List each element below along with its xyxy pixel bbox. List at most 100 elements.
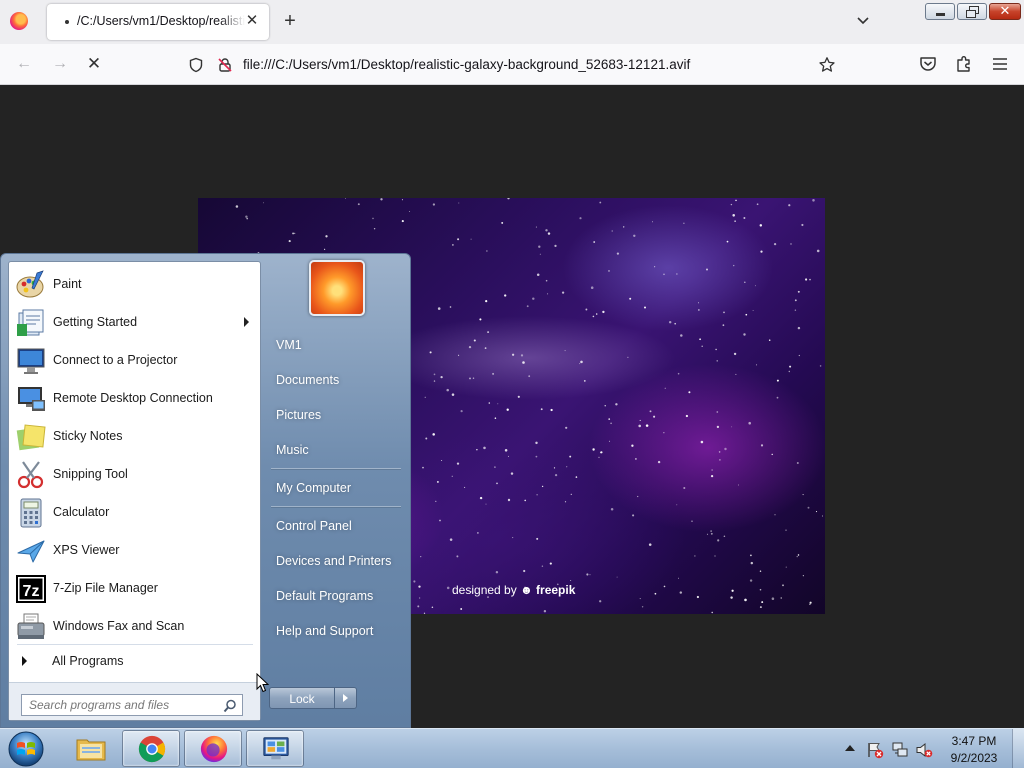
- star: [685, 414, 689, 418]
- lock-button[interactable]: Lock: [269, 687, 335, 709]
- clock-time[interactable]: 3:47 PM: [946, 734, 1002, 748]
- star: [589, 574, 591, 576]
- star: [663, 585, 666, 588]
- star: [756, 203, 759, 206]
- star: [771, 597, 775, 600]
- star: [468, 345, 472, 349]
- start-item-default-programs[interactable]: Default Programs: [268, 581, 404, 611]
- start-item-my-computer[interactable]: My Computer: [268, 473, 404, 503]
- taskbar-control-panel-button[interactable]: [246, 730, 304, 767]
- program-sticky-notes[interactable]: Sticky Notes: [11, 418, 259, 456]
- star: [586, 573, 589, 576]
- star: [815, 511, 818, 513]
- firefox-icon[interactable]: [10, 12, 28, 30]
- hamburger-menu-icon[interactable]: [990, 54, 1010, 74]
- star: [524, 499, 527, 502]
- start-item-documents[interactable]: Documents: [268, 365, 404, 395]
- star: [401, 220, 404, 223]
- star: [263, 202, 264, 204]
- program-snipping-tool[interactable]: Snipping Tool: [11, 456, 259, 494]
- start-item-help-support[interactable]: Help and Support: [268, 616, 404, 646]
- shutdown-options-arrow-icon[interactable]: [335, 687, 357, 709]
- star: [649, 410, 652, 413]
- star: [550, 408, 553, 412]
- show-hidden-icons-arrow-icon[interactable]: [845, 745, 855, 751]
- browser-tab[interactable]: /C:/Users/vm1/Desktop/realistic-galaxy-b…: [47, 4, 269, 40]
- minimize-button[interactable]: [925, 3, 955, 20]
- action-center-flag-icon[interactable]: [866, 741, 884, 759]
- star: [433, 373, 436, 376]
- address-bar[interactable]: file:///C:/Users/vm1/Desktop/realistic-g…: [180, 50, 844, 80]
- star: [599, 600, 602, 603]
- taskbar-explorer-button[interactable]: [62, 730, 120, 767]
- star: [473, 339, 476, 342]
- tab-close-button[interactable]: ✕: [243, 12, 261, 30]
- program-fax-scan[interactable]: Windows Fax and Scan: [11, 608, 259, 646]
- star: [796, 555, 798, 558]
- star: [745, 313, 748, 316]
- pocket-icon[interactable]: [918, 54, 938, 74]
- star: [730, 596, 733, 599]
- url-text[interactable]: file:///C:/Users/vm1/Desktop/realistic-g…: [243, 57, 690, 72]
- program-paint[interactable]: Paint: [11, 266, 259, 304]
- back-button[interactable]: ←: [14, 54, 34, 74]
- star: [694, 555, 696, 557]
- taskbar-chrome-button[interactable]: [122, 730, 180, 767]
- start-item-vm1[interactable]: VM1: [268, 330, 404, 360]
- star: [732, 214, 735, 217]
- star: [547, 232, 551, 235]
- star: [522, 361, 525, 364]
- star: [797, 554, 800, 556]
- program-getting-started[interactable]: Getting Started: [11, 304, 259, 342]
- star: [417, 605, 420, 608]
- svg-text:7z: 7z: [23, 583, 40, 600]
- star: [452, 244, 454, 246]
- clock-date[interactable]: 9/2/2023: [946, 751, 1002, 765]
- star: [737, 484, 739, 486]
- star: [639, 598, 641, 600]
- program-remote-desktop[interactable]: Remote Desktop Connection: [11, 380, 259, 418]
- star: [602, 310, 605, 314]
- restore-button[interactable]: [957, 3, 987, 20]
- program-xps-viewer[interactable]: XPS Viewer: [11, 532, 259, 570]
- taskbar-firefox-button[interactable]: [184, 730, 242, 767]
- program-connect-projector[interactable]: Connect to a Projector: [11, 342, 259, 380]
- start-item-control-panel[interactable]: Control Panel: [268, 511, 404, 541]
- star: [668, 320, 672, 324]
- tracking-shield-icon[interactable]: [188, 57, 204, 73]
- submenu-arrow-icon[interactable]: [244, 317, 249, 327]
- program-7zip[interactable]: 7z 7-Zip File Manager: [11, 570, 259, 608]
- star: [432, 433, 435, 436]
- star: [592, 448, 595, 451]
- star: [807, 506, 810, 509]
- taskbar: 3:47 PM 9/2/2023: [0, 728, 1024, 768]
- star: [608, 440, 611, 442]
- forward-button[interactable]: →: [50, 54, 70, 74]
- close-window-button[interactable]: ✕: [989, 3, 1021, 20]
- volume-muted-icon[interactable]: [915, 741, 933, 759]
- windows-start-orb-icon[interactable]: [6, 730, 46, 768]
- start-item-music[interactable]: Music: [268, 435, 404, 465]
- user-account-picture[interactable]: [309, 260, 365, 316]
- star: [683, 222, 685, 224]
- stop-loading-button[interactable]: ✕: [84, 54, 104, 74]
- start-item-pictures[interactable]: Pictures: [268, 400, 404, 430]
- tab-list-chevron-icon[interactable]: [856, 14, 870, 28]
- insecure-connection-icon[interactable]: [217, 57, 233, 73]
- show-desktop-button[interactable]: [1012, 729, 1024, 768]
- bookmark-star-icon[interactable]: [818, 56, 836, 74]
- start-search-input[interactable]: [21, 694, 243, 716]
- star: [436, 480, 439, 483]
- star: [610, 422, 612, 425]
- search-icon[interactable]: [223, 699, 237, 713]
- start-item-devices-printers[interactable]: Devices and Printers: [268, 546, 404, 576]
- network-icon[interactable]: [891, 741, 909, 759]
- star: [809, 278, 811, 281]
- all-programs-button[interactable]: All Programs: [11, 648, 259, 674]
- star: [608, 270, 610, 272]
- new-tab-button[interactable]: +: [280, 11, 300, 31]
- extensions-puzzle-icon[interactable]: [954, 54, 974, 74]
- star: [654, 266, 656, 268]
- star: [776, 379, 779, 382]
- program-calculator[interactable]: Calculator: [11, 494, 259, 532]
